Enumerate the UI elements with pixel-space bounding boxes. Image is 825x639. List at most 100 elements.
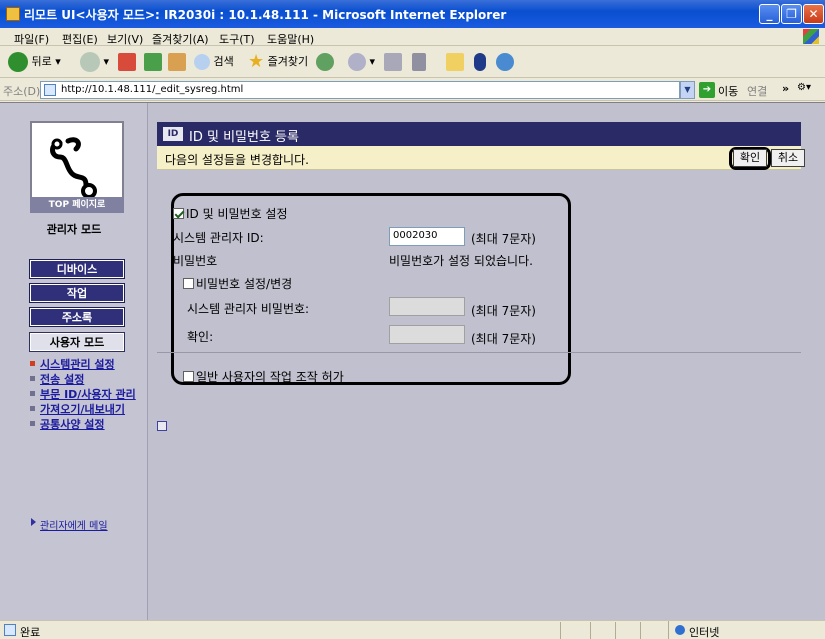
page-title: ID 및 비밀번호 등록 <box>189 130 299 145</box>
allow-general-checkbox[interactable] <box>183 371 194 382</box>
maximize-button[interactable]: ❐ <box>781 4 802 24</box>
bullet-icon <box>30 376 35 381</box>
favorites-button[interactable]: ★ 즐겨찾기 <box>248 51 308 73</box>
ok-button[interactable]: 확인 <box>733 149 767 167</box>
id-pw-setting-row[interactable]: ID 및 비밀번호 설정 <box>173 205 288 222</box>
sidebar-links: 시스템관리 설정 전송 설정 부문 ID/사용자 관리 가져오기/내보내기 공통… <box>30 359 140 434</box>
window-title: 리모트 UI<사용자 모드>: IR2030i : 10.1.48.111 - … <box>24 8 507 22</box>
back-label: 뒤로 <box>31 55 52 68</box>
nav-address-book-button[interactable]: 주소록 <box>29 307 125 327</box>
home-button[interactable] <box>168 51 186 73</box>
bluetooth-button[interactable] <box>474 51 486 73</box>
messenger-button[interactable] <box>496 51 514 73</box>
page-icon <box>44 84 56 96</box>
allow-general-label: 일반 사용자의 작업 조작 허가 <box>196 370 344 384</box>
chevron-right-icon[interactable]: » <box>782 82 789 95</box>
password-label: 비밀번호 <box>173 254 218 268</box>
history-button[interactable] <box>316 51 334 73</box>
refresh-button[interactable] <box>144 51 162 73</box>
status-bar: 완료 인터넷 <box>0 620 825 639</box>
status-divider <box>640 622 641 639</box>
page-header: ID ID 및 비밀번호 등록 <box>157 122 801 146</box>
sidebar-link-dept-id[interactable]: 부문 ID/사용자 관리 <box>30 389 140 400</box>
address-input[interactable]: http://10.1.48.111/_edit_sysreg.html <box>40 81 680 99</box>
nav-job-button[interactable]: 작업 <box>29 283 125 303</box>
id-pw-setting-label: ID 및 비밀번호 설정 <box>186 207 288 221</box>
sys-admin-id-input[interactable]: 0002030 <box>389 227 465 246</box>
forward-button[interactable]: ▾ <box>80 51 109 73</box>
title-bar: 리모트 UI<사용자 모드>: IR2030i : 10.1.48.111 - … <box>0 0 825 28</box>
favorites-label: 즐겨찾기 <box>267 55 309 68</box>
address-dropdown[interactable]: ▼ <box>680 81 695 99</box>
pw-change-checkbox[interactable] <box>183 278 194 289</box>
sidebar-link-common-settings[interactable]: 공통사양 설정 <box>30 419 140 430</box>
menu-bar: 파일(F) 편집(E) 보기(V) 즐겨찾기(A) 도구(T) 도움말(H) <box>0 28 825 46</box>
bullet-icon <box>30 391 35 396</box>
nav-user-mode-button[interactable]: 사용자 모드 <box>29 332 125 352</box>
status-divider <box>560 622 561 639</box>
notice-bar: 다음의 설정들을 변경합니다. 확인 취소 <box>157 146 805 170</box>
nav-device-button[interactable]: 디바이스 <box>29 259 125 279</box>
top-page-button[interactable]: TOP 페이지로 <box>30 197 124 213</box>
mail-admin-link[interactable]: 관리자에게 메일 <box>31 517 108 532</box>
page-top-icon[interactable] <box>157 421 167 431</box>
go-button[interactable]: 이동 <box>718 83 738 99</box>
back-arrow-icon <box>8 52 28 72</box>
divider <box>157 352 801 353</box>
pw-change-row[interactable]: 비밀번호 설정/변경 <box>183 275 292 292</box>
extension-icon[interactable]: ⚙▾ <box>797 82 819 98</box>
sidebar-link-import-export[interactable]: 가져오기/내보내기 <box>30 404 140 415</box>
menu-view[interactable]: 보기(V) <box>107 31 143 47</box>
toolbar: 뒤로 ▾ ▾ 검색 ★ 즐겨찾기 ▾ <box>0 46 825 78</box>
sidebar-link-label: 가져오기/내보내기 <box>40 403 125 416</box>
confirm-pw-input[interactable] <box>389 325 465 344</box>
messenger-icon <box>496 53 514 71</box>
menu-file[interactable]: 파일(F) <box>14 31 49 47</box>
history-icon <box>316 53 334 71</box>
address-url: http://10.1.48.111/_edit_sysreg.html <box>61 84 244 95</box>
pw-change-label: 비밀번호 설정/변경 <box>196 277 293 291</box>
close-button[interactable]: ✕ <box>803 4 824 24</box>
sidebar-link-label: 전송 설정 <box>40 373 85 386</box>
page-done-icon <box>4 624 16 636</box>
bullet-icon <box>30 421 35 426</box>
address-label: 주소(D) <box>3 85 41 98</box>
search-button[interactable]: 검색 <box>194 51 234 73</box>
sidebar-link-send-settings[interactable]: 전송 설정 <box>30 374 140 385</box>
mail-button[interactable]: ▾ <box>348 51 375 73</box>
edit-icon <box>412 53 426 71</box>
mail-admin-label: 관리자에게 메일 <box>40 521 108 532</box>
address-bar: 주소(D) http://10.1.48.111/_edit_sysreg.ht… <box>0 79 825 101</box>
menu-help[interactable]: 도움말(H) <box>267 31 314 47</box>
status-divider <box>590 622 591 639</box>
back-button[interactable]: 뒤로 ▾ <box>8 51 61 73</box>
print-button[interactable] <box>384 51 402 73</box>
sys-admin-id-label: 시스템 관리자 ID: <box>173 231 264 245</box>
remote-ui-logo-icon <box>50 137 97 199</box>
stop-button[interactable] <box>118 51 136 73</box>
cancel-button[interactable]: 취소 <box>771 149 805 167</box>
sidebar-link-system-settings[interactable]: 시스템관리 설정 <box>30 359 140 370</box>
menu-tools[interactable]: 도구(T) <box>219 31 255 47</box>
triangle-right-icon <box>31 518 36 526</box>
bullet-icon <box>30 406 35 411</box>
stop-icon <box>118 53 136 71</box>
sys-admin-pw-input[interactable] <box>389 297 465 316</box>
mail-icon <box>348 53 366 71</box>
menu-edit[interactable]: 편집(E) <box>62 31 98 47</box>
forward-arrow-icon <box>80 52 100 72</box>
security-zone: 인터넷 <box>668 621 825 639</box>
go-icon[interactable]: ➔ <box>699 82 715 98</box>
mode-title: 관리자 모드 <box>46 223 102 236</box>
links-label[interactable]: 연결 <box>747 83 767 99</box>
bullet-icon <box>30 361 35 366</box>
edit-button[interactable] <box>412 51 426 73</box>
zone-text: 인터넷 <box>689 626 720 639</box>
id-pw-setting-checkbox[interactable] <box>173 208 184 219</box>
allow-general-row[interactable]: 일반 사용자의 작업 조작 허가 <box>183 368 344 385</box>
menu-favorites[interactable]: 즐겨찾기(A) <box>152 31 209 47</box>
home-icon <box>168 53 186 71</box>
folder-icon <box>446 53 464 71</box>
minimize-button[interactable]: _ <box>759 4 780 24</box>
folder-button[interactable] <box>446 51 464 73</box>
